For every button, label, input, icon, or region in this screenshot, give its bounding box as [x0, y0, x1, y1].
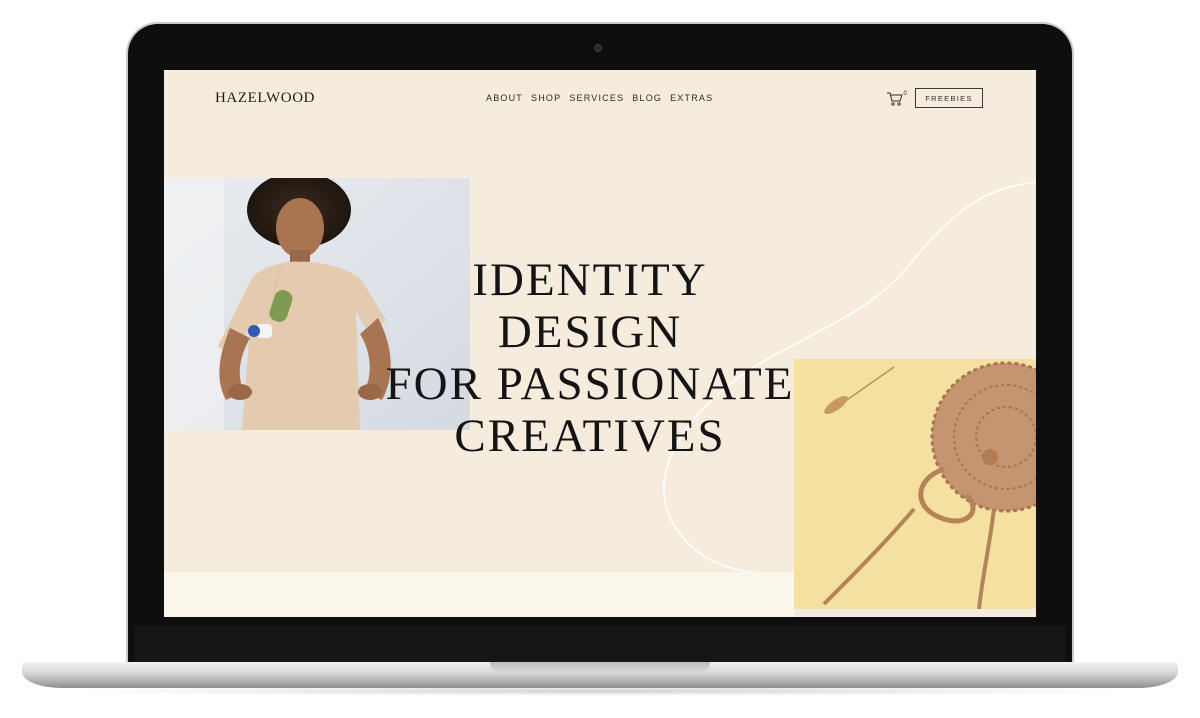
cart-count: 0 [904, 91, 908, 97]
nav-shop[interactable]: SHOP [531, 93, 561, 103]
next-section-strip [164, 572, 794, 617]
nav-extras[interactable]: EXTRAS [670, 93, 713, 103]
shopping-cart-icon: 0 [887, 91, 908, 106]
website-screen: HAZELWOOD ABOUT SHOP SERVICES BLOG EXTRA… [164, 70, 1036, 617]
nav-blog[interactable]: BLOG [632, 93, 662, 103]
laptop-mockup: HAZELWOOD ABOUT SHOP SERVICES BLOG EXTRA… [0, 0, 1200, 718]
hero-heading: IDENTITY DESIGN FOR PASSIONATE CREATIVES [380, 254, 800, 462]
freebies-button[interactable]: FREEBIES [915, 88, 983, 108]
nav-about[interactable]: ABOUT [486, 93, 523, 103]
hero-photo-bag [794, 359, 1036, 609]
hero-line-1: IDENTITY DESIGN [472, 254, 708, 358]
nav-services[interactable]: SERVICES [569, 93, 624, 103]
webcam [594, 44, 602, 52]
laptop-notch [490, 662, 710, 672]
laptop-chin [134, 626, 1066, 664]
cart-button[interactable]: 0 [886, 90, 908, 108]
site-header: HAZELWOOD ABOUT SHOP SERVICES BLOG EXTRA… [164, 70, 1036, 130]
site-logo[interactable]: HAZELWOOD [215, 90, 315, 107]
hero-line-2: FOR PASSIONATE [385, 358, 795, 410]
main-nav: ABOUT SHOP SERVICES BLOG EXTRAS [486, 93, 713, 103]
hero-line-3: CREATIVES [454, 410, 726, 462]
